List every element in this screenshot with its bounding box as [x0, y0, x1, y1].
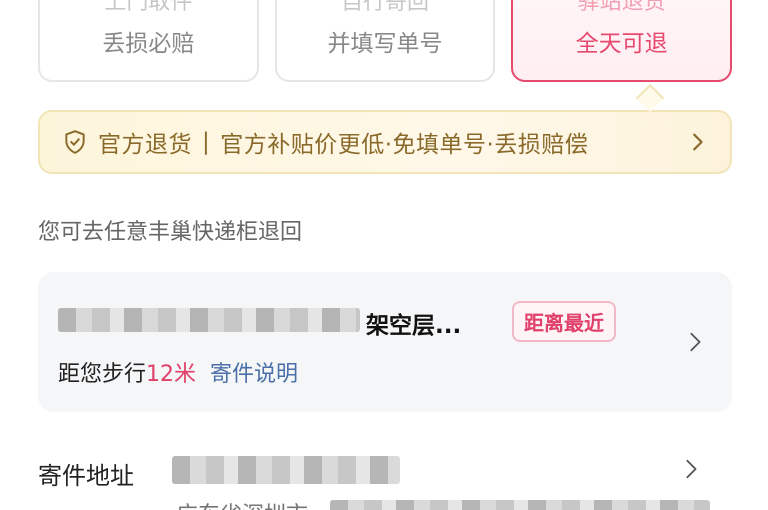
option-station-return[interactable]: 驿站退货 全天可退 — [511, 0, 733, 82]
shield-check-icon — [65, 130, 85, 154]
locker-distance: 距您步行12米 寄件说明 — [58, 356, 298, 388]
sender-address-line2: 广东省深圳市 — [176, 497, 308, 510]
distance-value: 12米 — [146, 362, 197, 387]
blurred-locker-address — [58, 308, 360, 332]
option-pickup-title: 上门取件 — [104, 0, 193, 15]
chevron-right-icon — [693, 133, 703, 151]
shipping-info-link[interactable]: 寄件说明 — [210, 362, 298, 387]
locker-name: 架空层... — [366, 313, 462, 339]
blurred-sender-address — [172, 456, 400, 484]
option-station-title: 驿站退货 — [577, 0, 666, 15]
option-self-send-subtitle: 并填写单号 — [327, 31, 443, 57]
banner-title: 官方退货 — [98, 132, 192, 158]
option-station-subtitle: 全天可退 — [575, 31, 668, 57]
banner-separator: | — [202, 129, 211, 155]
blurred-address-detail — [330, 500, 710, 510]
distance-prefix: 距您步行 — [58, 362, 147, 387]
locker-card[interactable] — [38, 272, 732, 412]
return-method-options: 上门取件 丢损必赔 自行寄回 并填写单号 驿站退货 全天可退 — [38, 0, 733, 82]
locker-hint: 您可去任意丰巢快递柜退回 — [38, 220, 303, 245]
sender-address-label: 寄件地址 — [38, 462, 134, 490]
locker-chevron-right-icon — [690, 332, 701, 352]
option-self-send[interactable]: 自行寄回 并填写单号 — [274, 0, 496, 82]
option-self-send-title: 自行寄回 — [340, 0, 429, 15]
nearest-badge: 距离最近 — [512, 301, 616, 342]
address-chevron-right-icon[interactable] — [680, 458, 702, 480]
banner-pointer — [635, 83, 665, 113]
option-pickup[interactable]: 上门取件 丢损必赔 — [38, 0, 259, 82]
option-pickup-subtitle: 丢损必赔 — [102, 31, 195, 57]
official-return-banner[interactable]: 官方退货 | 官方补贴价更低·免填单号·丢损赔偿 — [38, 110, 732, 174]
banner-text: 官方补贴价更低·免填单号·丢损赔偿 — [220, 132, 589, 158]
